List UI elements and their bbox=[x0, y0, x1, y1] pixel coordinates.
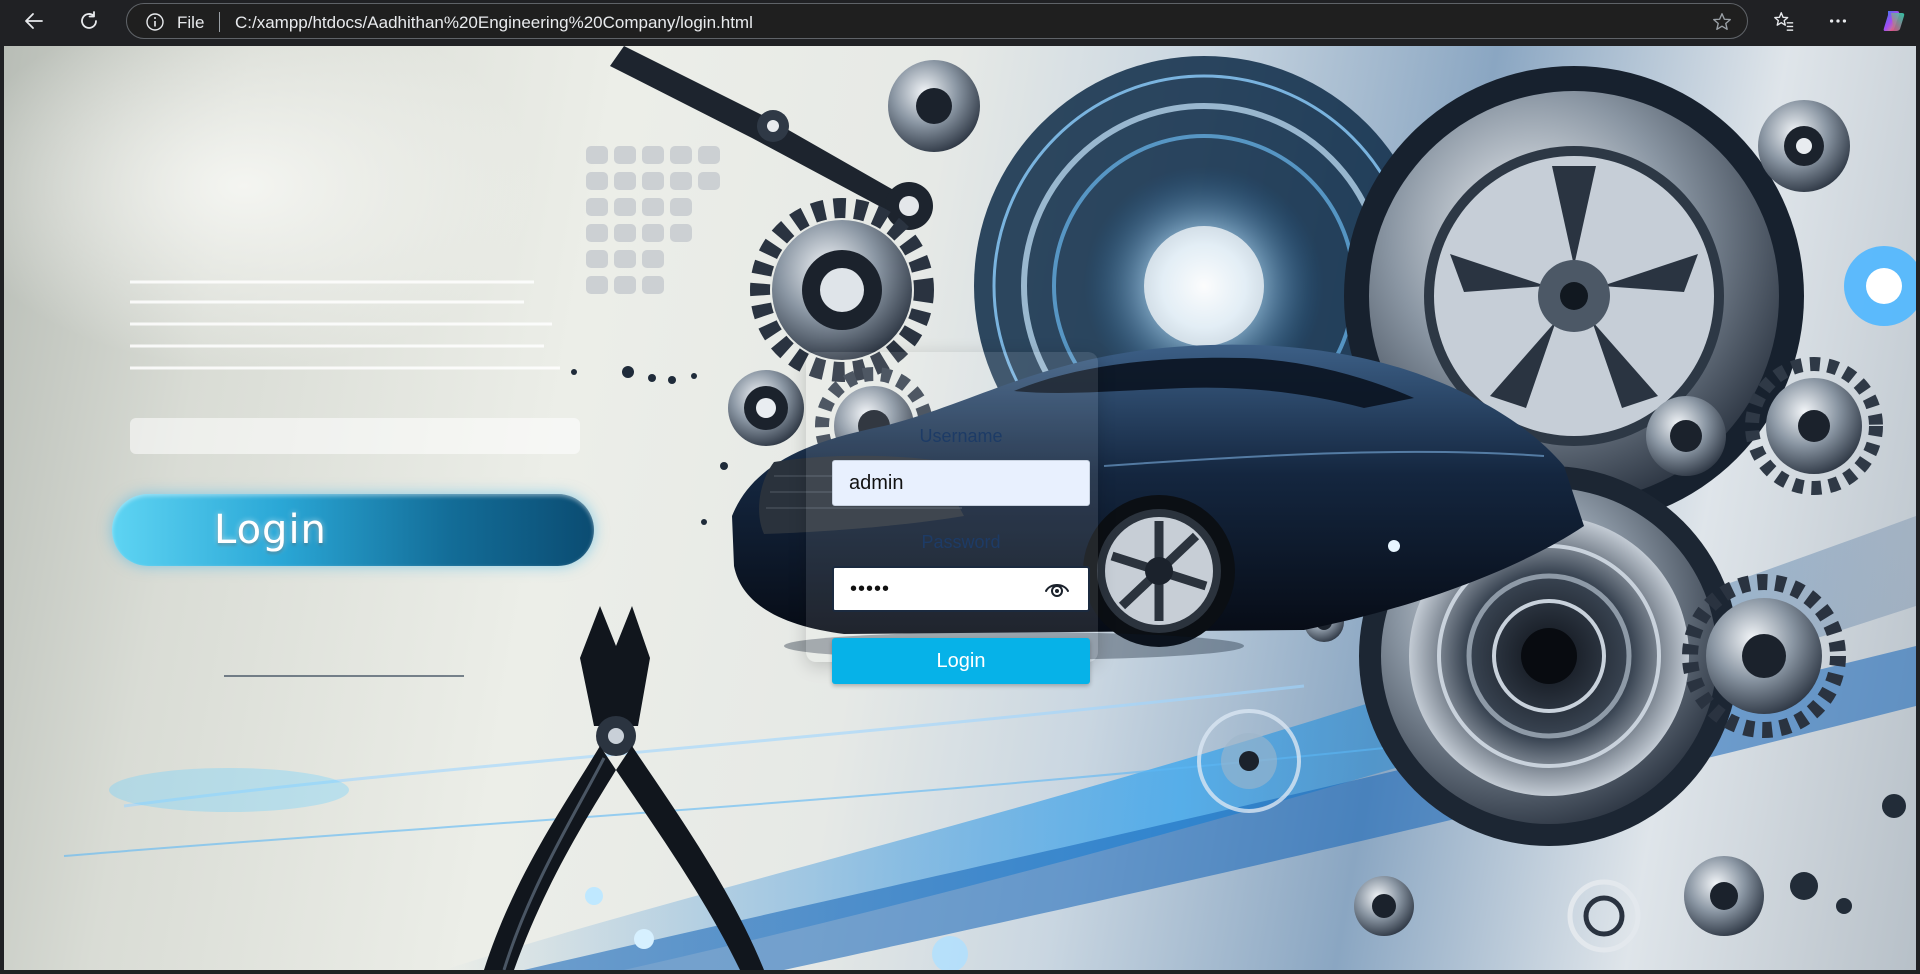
arrow-left-icon bbox=[25, 13, 43, 29]
settings-menu-button[interactable] bbox=[1822, 5, 1854, 37]
copilot-button[interactable] bbox=[1878, 5, 1910, 37]
star-icon[interactable] bbox=[1711, 11, 1733, 33]
reload-icon bbox=[81, 11, 97, 29]
pliers-illustration bbox=[484, 606, 764, 970]
eye-icon bbox=[1045, 584, 1069, 597]
login-banner: Login bbox=[112, 494, 594, 566]
address-url[interactable]: C:/xampp/htdocs/Aadhithan%20Engineering%… bbox=[235, 13, 753, 33]
password-label: Password bbox=[921, 532, 1001, 552]
back-button[interactable] bbox=[18, 5, 50, 37]
login-button[interactable]: Login bbox=[832, 638, 1090, 684]
address-bar[interactable]: File C:/xampp/htdocs/Aadhithan%20Enginee… bbox=[126, 3, 1748, 39]
banner-title: Login bbox=[214, 507, 327, 553]
username-label: Username bbox=[919, 426, 1003, 446]
address-scheme-label: File bbox=[177, 13, 205, 32]
page-viewport: Login Username Password Login bbox=[4, 46, 1916, 970]
show-password-toggle[interactable] bbox=[1042, 574, 1072, 604]
username-input[interactable] bbox=[832, 460, 1090, 506]
copilot-icon bbox=[1883, 11, 1905, 31]
login-form: Username Password Login bbox=[806, 352, 1098, 684]
address-divider bbox=[219, 12, 220, 32]
info-icon[interactable] bbox=[145, 12, 165, 32]
reload-button[interactable] bbox=[73, 5, 105, 37]
more-icon bbox=[1829, 19, 1847, 23]
favorites-list-icon bbox=[1774, 12, 1794, 31]
favorites-button[interactable] bbox=[1768, 5, 1800, 37]
browser-toolbar: File C:/xampp/htdocs/Aadhithan%20Enginee… bbox=[0, 0, 1920, 42]
